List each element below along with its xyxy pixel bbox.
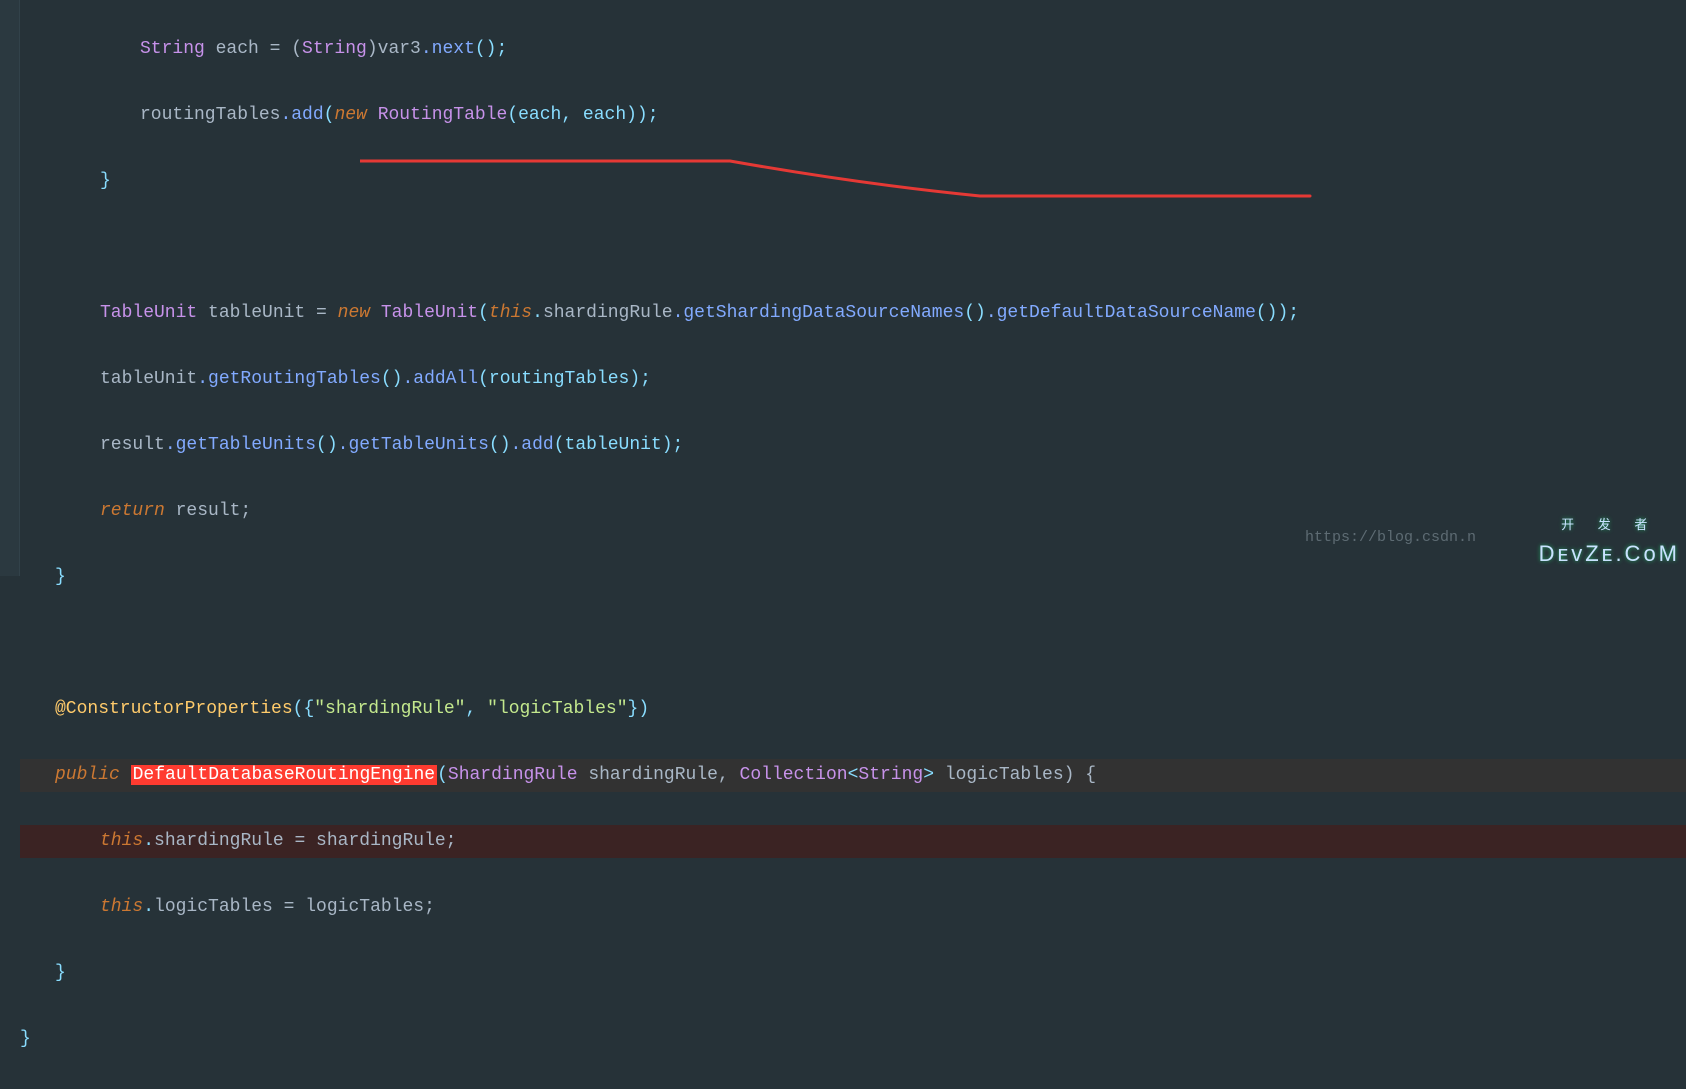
id-token: shardingRule = shardingRule; <box>154 831 456 851</box>
id-token: routingTables <box>140 105 280 125</box>
punct-token: ( <box>324 105 335 125</box>
id-token: shardingRule, <box>578 765 740 785</box>
punct-token: () <box>381 369 403 389</box>
punct-token: ( <box>437 765 448 785</box>
punct-token: ({ <box>293 699 315 719</box>
code-line: } <box>20 1023 1686 1056</box>
id-token: logicTables = logicTables; <box>154 897 435 917</box>
annotation-token: @ConstructorProperties <box>55 699 293 719</box>
brace-token: } <box>55 963 66 983</box>
fn-token: .add <box>280 105 323 125</box>
code-line: String each = (String)var3.next(); <box>20 33 1686 66</box>
brace-token: } <box>100 171 111 191</box>
id-token: shardingRule <box>543 303 673 323</box>
fn-token: .next <box>421 39 475 59</box>
punct-token: ( <box>478 303 489 323</box>
code-line: } <box>20 957 1686 990</box>
brace-token: } <box>55 567 66 587</box>
id-token: logicTables) { <box>945 765 1096 785</box>
dot-token: . <box>143 897 154 917</box>
punct-token: ()); <box>1256 303 1299 323</box>
punct-token: (routingTables); <box>478 369 651 389</box>
kw-token: this <box>100 831 143 851</box>
fn-token: .add <box>511 435 554 455</box>
code-line <box>20 231 1686 264</box>
code-line: this.logicTables = logicTables; <box>20 891 1686 924</box>
fn-token: .addAll <box>402 369 478 389</box>
punct-token: , <box>465 699 487 719</box>
type-token: RoutingTable <box>378 105 508 125</box>
code-line: routingTables.add(new RoutingTable(each,… <box>20 99 1686 132</box>
fn-token: .getTableUnits <box>165 435 316 455</box>
search-match-highlight: DefaultDatabaseRoutingEngine <box>131 765 437 785</box>
type-token: Collection <box>740 765 848 785</box>
punct-token: () <box>489 435 511 455</box>
punct-token: (); <box>475 39 507 59</box>
kw-token: new <box>334 105 377 125</box>
fn-token: .getDefaultDataSourceName <box>986 303 1256 323</box>
fn-token: .getRoutingTables <box>197 369 381 389</box>
brand-main: DᴇᴠZᴇ.CᴏM <box>1539 541 1680 566</box>
punct-token: < <box>848 765 859 785</box>
punct-token: }) <box>628 699 650 719</box>
gutter <box>0 0 20 576</box>
id-token: tableUnit = <box>197 303 337 323</box>
type-token: String <box>858 765 923 785</box>
fn-token: .getShardingDataSourceNames <box>673 303 965 323</box>
id-token: result; <box>165 501 251 521</box>
code-line: tableUnit.getRoutingTables().addAll(rout… <box>20 363 1686 396</box>
code-line: TableUnit tableUnit = new TableUnit(this… <box>20 297 1686 330</box>
brand-watermark: 开 发 者 DᴇᴠZᴇ.CᴏM <box>1539 508 1680 570</box>
punct-token: (each, each)); <box>507 105 658 125</box>
kw-token: public <box>55 765 131 785</box>
punct-token: > <box>923 765 945 785</box>
id-token: tableUnit <box>100 369 197 389</box>
dot-token: . <box>532 303 543 323</box>
string-token: "shardingRule" <box>314 699 465 719</box>
code-line: } <box>20 561 1686 594</box>
code-line: @ConstructorProperties({"shardingRule", … <box>20 693 1686 726</box>
fn-token: .getTableUnits <box>338 435 489 455</box>
kw-token: new <box>338 303 381 323</box>
type-token: String <box>302 39 367 59</box>
code-line <box>20 627 1686 660</box>
string-token: "logicTables" <box>487 699 627 719</box>
punct-token: () <box>316 435 338 455</box>
code-line: result.getTableUnits().getTableUnits().a… <box>20 429 1686 462</box>
code-line-highlighted: public DefaultDatabaseRoutingEngine(Shar… <box>20 759 1686 792</box>
punct-token: () <box>964 303 986 323</box>
type-token: TableUnit <box>100 303 197 323</box>
kw-token: this <box>100 897 143 917</box>
type-token: String <box>140 39 205 59</box>
type-token: ShardingRule <box>448 765 578 785</box>
code-editor[interactable]: String each = (String)var3.next(); routi… <box>20 0 1686 576</box>
kw-token: this <box>489 303 532 323</box>
id-token: each = ( <box>205 39 302 59</box>
type-token: TableUnit <box>381 303 478 323</box>
brace-token: } <box>20 1029 31 1049</box>
code-line: this.shardingRule = shardingRule; <box>20 825 1686 858</box>
url-watermark: https://blog.csdn.n <box>1305 521 1476 554</box>
punct-token: (tableUnit); <box>554 435 684 455</box>
dot-token: . <box>143 831 154 851</box>
brand-top: 开 发 者 <box>1539 508 1680 541</box>
id-token: )var3 <box>367 39 421 59</box>
kw-token: return <box>100 501 165 521</box>
id-token: result <box>100 435 165 455</box>
code-line: } <box>20 165 1686 198</box>
